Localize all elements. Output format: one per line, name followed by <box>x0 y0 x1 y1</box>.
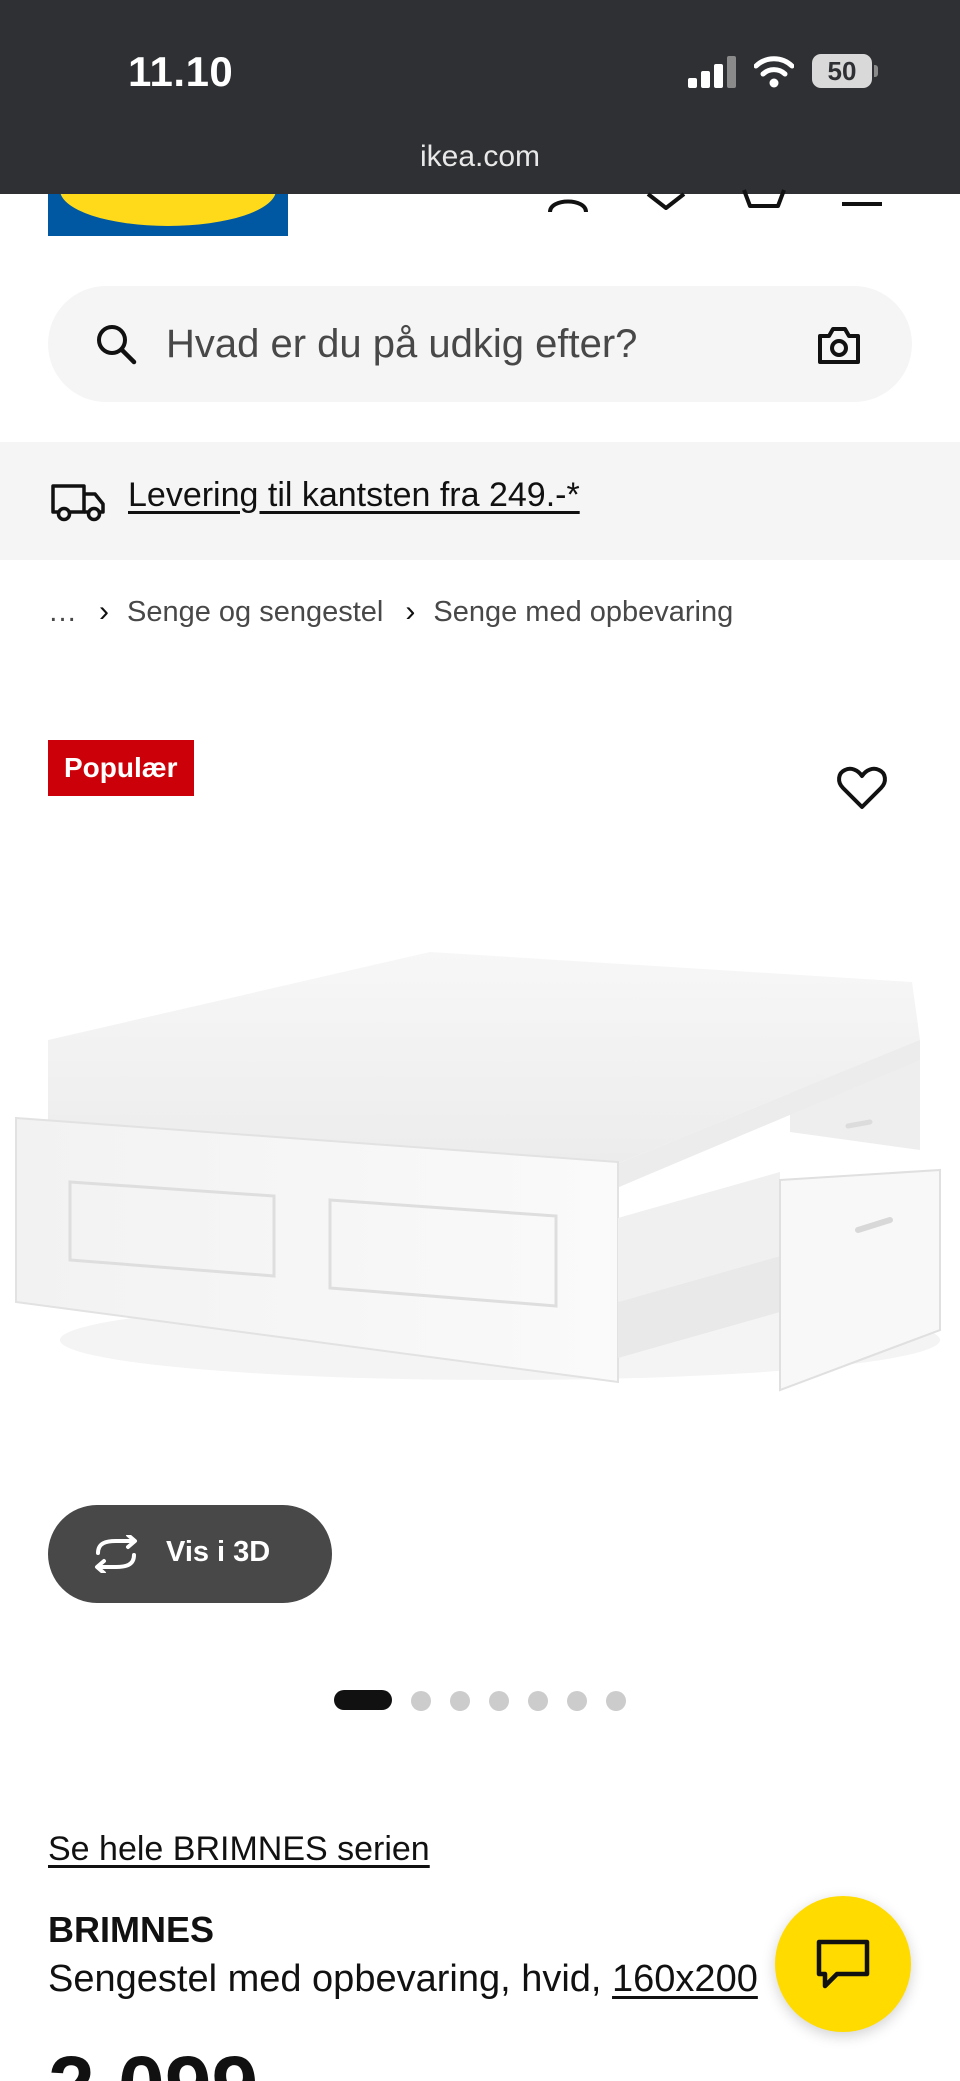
profile-icon[interactable] <box>546 188 590 212</box>
breadcrumb-item-storage-beds[interactable]: Senge med opbevaring <box>433 596 733 629</box>
product-price: 2.099 <box>48 2044 258 2081</box>
breadcrumb: … › Senge og sengestel › Senge med opbev… <box>48 592 733 632</box>
chat-button[interactable] <box>775 1896 911 2032</box>
status-bar: 11.10 50 ikea.com <box>0 0 960 194</box>
carousel-dot[interactable] <box>489 1691 509 1711</box>
url-bar[interactable]: ikea.com <box>0 140 960 174</box>
view-in-3d-label: Vis i 3D <box>166 1536 271 1568</box>
favourite-heart-icon[interactable] <box>836 764 888 812</box>
product-image[interactable] <box>0 900 960 1420</box>
series-link[interactable]: Se hele BRIMNES serien <box>48 1830 430 1869</box>
breadcrumb-ellipsis[interactable]: … <box>48 596 77 629</box>
carousel-dot[interactable] <box>528 1691 548 1711</box>
product-name: BRIMNES <box>48 1909 215 1950</box>
ikea-logo[interactable] <box>48 194 288 236</box>
rotate-3d-icon <box>95 1535 137 1573</box>
search-input[interactable] <box>166 316 806 372</box>
carousel-dot[interactable] <box>567 1691 587 1711</box>
carousel-dot-active[interactable] <box>334 1690 392 1710</box>
menu-icon[interactable] <box>840 188 884 212</box>
heart-icon[interactable] <box>644 188 688 212</box>
carousel-dot[interactable] <box>411 1691 431 1711</box>
truck-icon <box>51 484 105 522</box>
product-description: Sengestel med opbevaring, hvid, 160x200 <box>48 1958 758 2001</box>
carousel-dot[interactable] <box>606 1691 626 1711</box>
chat-bubble-icon <box>816 1939 870 1989</box>
product-size-link[interactable]: 160x200 <box>612 1958 758 2000</box>
battery-level: 50 <box>827 56 857 86</box>
cart-icon[interactable] <box>742 188 786 212</box>
delivery-info-link[interactable]: Levering til kantsten fra 249.-* <box>128 476 580 515</box>
camera-icon[interactable] <box>816 324 862 366</box>
search-icon <box>97 325 137 365</box>
search-bar[interactable] <box>48 286 912 402</box>
chevron-right-icon: › <box>405 595 416 628</box>
view-in-3d-button[interactable]: Vis i 3D <box>48 1505 332 1603</box>
wifi-icon <box>754 56 794 88</box>
cellular-signal-icon <box>688 56 736 88</box>
carousel-dot[interactable] <box>450 1691 470 1711</box>
status-time: 11.10 <box>128 48 234 95</box>
popular-badge: Populær <box>48 740 194 796</box>
carousel-indicator <box>0 1690 960 1712</box>
battery-indicator: 50 <box>812 54 878 88</box>
delivery-banner: Levering til kantsten fra 249.-* <box>0 442 960 560</box>
chevron-right-icon: › <box>99 595 109 628</box>
breadcrumb-item-beds[interactable]: Senge og sengestel <box>127 596 383 629</box>
product-description-text: Sengestel med opbevaring, hvid, <box>48 1958 613 2000</box>
